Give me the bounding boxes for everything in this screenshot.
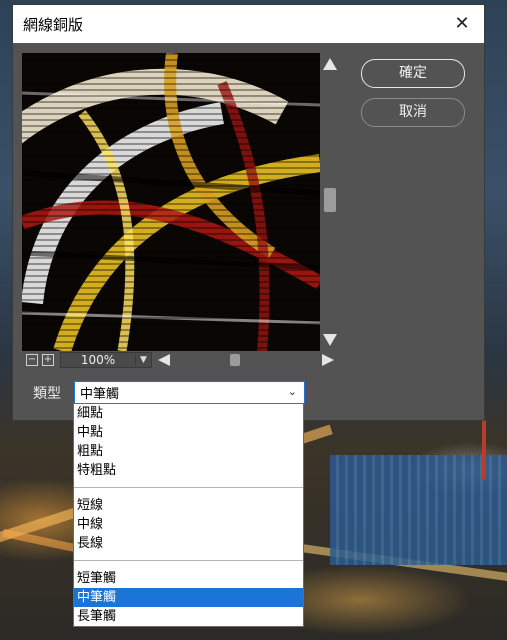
scroll-down-arrow-icon[interactable] bbox=[323, 334, 337, 346]
scroll-right-arrow-icon[interactable] bbox=[322, 354, 334, 366]
list-item[interactable]: 短筆觸 bbox=[74, 569, 303, 588]
list-item[interactable]: 特粗點 bbox=[74, 461, 303, 480]
preview-horizontal-scrollbar[interactable] bbox=[156, 352, 340, 368]
preview-image bbox=[22, 53, 320, 351]
list-item[interactable]: 中點 bbox=[74, 423, 303, 442]
type-label: 類型 bbox=[33, 386, 61, 402]
horizontal-scroll-thumb[interactable] bbox=[230, 354, 240, 366]
list-separator bbox=[74, 480, 303, 496]
dialog-title: 網線銅版 bbox=[23, 15, 84, 34]
type-dropdown-list[interactable]: 細點 中點 粗點 特粗點 短線 中線 長線 短筆觸 中筆觸 長筆觸 bbox=[73, 403, 304, 627]
cancel-button[interactable]: 取消 bbox=[361, 98, 465, 127]
filter-preview[interactable] bbox=[22, 53, 320, 351]
close-icon[interactable]: ✕ bbox=[452, 14, 472, 34]
chevron-down-icon[interactable]: ⌄ bbox=[288, 385, 297, 398]
zoom-level-value: 100% bbox=[80, 353, 116, 367]
vertical-scroll-thumb[interactable] bbox=[324, 188, 336, 212]
background-crane bbox=[482, 420, 486, 480]
dialog-titlebar[interactable]: 網線銅版 ✕ bbox=[13, 5, 484, 43]
scroll-left-arrow-icon[interactable] bbox=[158, 354, 170, 366]
list-item[interactable]: 短線 bbox=[74, 496, 303, 515]
zoom-in-icon[interactable]: + bbox=[42, 354, 54, 366]
chevron-down-icon[interactable]: ▼ bbox=[135, 355, 151, 365]
list-separator bbox=[74, 553, 303, 569]
preview-vertical-scrollbar[interactable] bbox=[320, 53, 340, 351]
list-item[interactable]: 中線 bbox=[74, 515, 303, 534]
zoom-level-select[interactable]: 100% ▼ bbox=[60, 352, 152, 368]
background-building bbox=[330, 455, 507, 565]
list-item[interactable]: 細點 bbox=[74, 404, 303, 423]
list-item[interactable]: 粗點 bbox=[74, 442, 303, 461]
ok-button[interactable]: 確定 bbox=[361, 59, 465, 88]
type-select[interactable]: 中筆觸 ⌄ bbox=[74, 381, 305, 404]
list-item[interactable]: 長線 bbox=[74, 534, 303, 553]
list-item-selected[interactable]: 中筆觸 bbox=[74, 588, 303, 607]
type-select-value: 中筆觸 bbox=[80, 387, 120, 402]
list-item[interactable]: 長筆觸 bbox=[74, 607, 303, 626]
zoom-bar: − + 100% ▼ bbox=[22, 351, 340, 369]
scroll-up-arrow-icon[interactable] bbox=[323, 58, 337, 70]
mezzotint-dialog: 網線銅版 ✕ − + 100% ▼ 確定 取消 類型 中筆觸 ⌄ bbox=[12, 4, 485, 421]
zoom-out-icon[interactable]: − bbox=[26, 354, 38, 366]
